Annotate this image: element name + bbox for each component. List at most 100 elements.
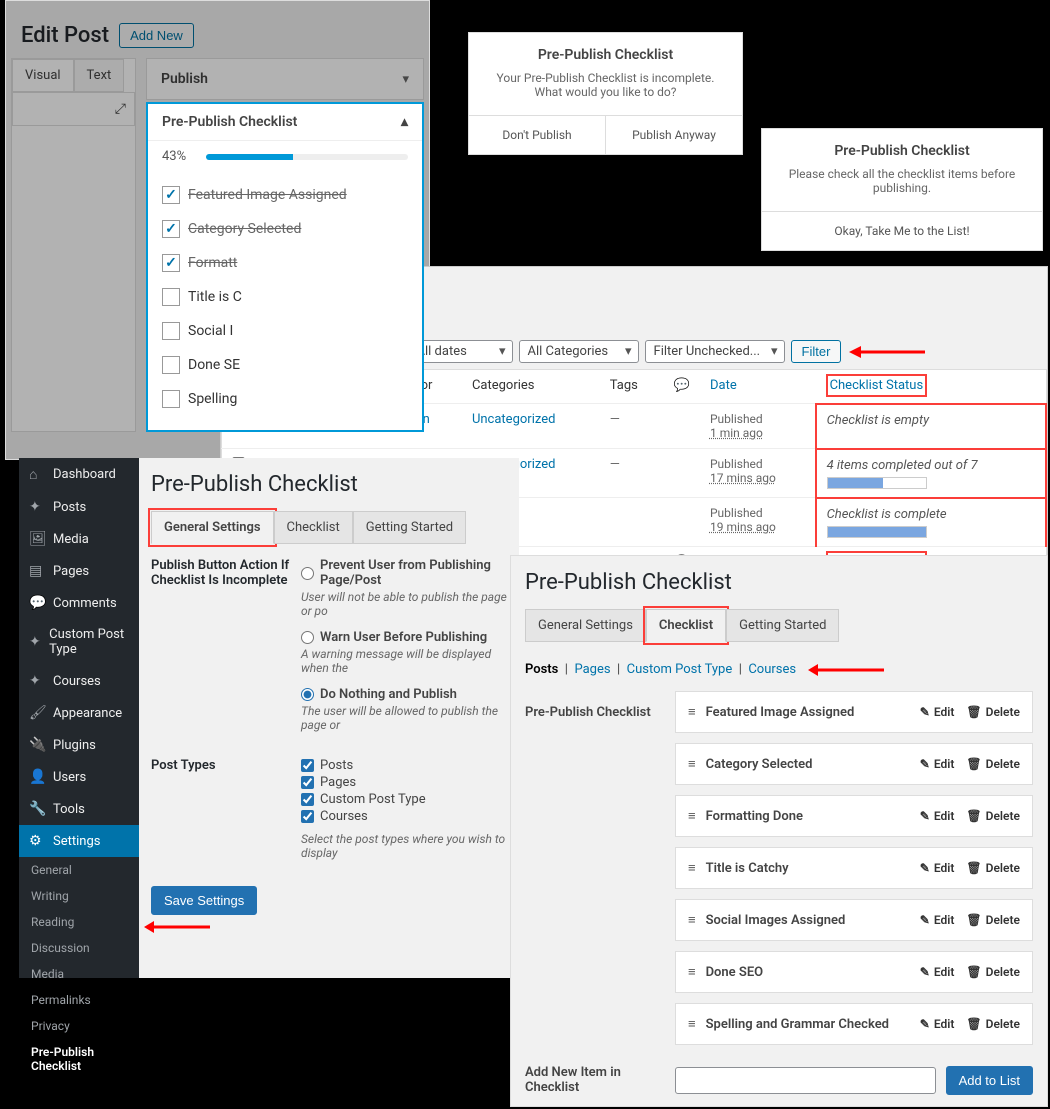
- checkbox-icon[interactable]: ✓: [162, 186, 180, 204]
- okay-button[interactable]: Okay, Take Me to the List!: [762, 212, 1042, 250]
- drag-handle-icon[interactable]: ≡: [688, 964, 696, 980]
- checkbox-icon[interactable]: [162, 322, 180, 340]
- sidebar-item-comments[interactable]: 💬Comments: [19, 587, 139, 619]
- add-new-button[interactable]: Add New: [119, 23, 194, 48]
- drag-handle-icon[interactable]: ≡: [688, 860, 696, 876]
- chevron-up-icon[interactable]: ▴: [401, 114, 408, 130]
- col-date[interactable]: Date: [700, 370, 816, 404]
- dont-publish-button[interactable]: Don't Publish: [469, 116, 605, 154]
- tab-getting-started[interactable]: Getting Started: [726, 609, 839, 642]
- checklist-item[interactable]: Spelling: [162, 382, 408, 416]
- drag-handle-icon[interactable]: ≡: [688, 1016, 696, 1032]
- delete-button[interactable]: 🗑 Delete: [966, 1017, 1020, 1031]
- checklist-item[interactable]: Done SE: [162, 348, 408, 382]
- checkbox-icon[interactable]: ✓: [162, 254, 180, 272]
- delete-button[interactable]: 🗑 Delete: [966, 913, 1020, 927]
- save-settings-button[interactable]: Save Settings: [151, 886, 257, 915]
- delete-button[interactable]: 🗑 Delete: [966, 965, 1020, 979]
- radio-donothing[interactable]: [301, 688, 314, 701]
- sidebar-item-pages[interactable]: ▤Pages: [19, 555, 139, 587]
- tab-checklist[interactable]: Checklist: [646, 609, 726, 642]
- sidebar-item-appearance[interactable]: 🖌Appearance: [19, 697, 139, 729]
- tab-general-settings[interactable]: General Settings: [151, 511, 274, 544]
- sidebar-sub-reading[interactable]: Reading: [19, 909, 139, 935]
- edit-button[interactable]: ✎ Edit: [920, 757, 955, 771]
- sidebar-sub-discussion[interactable]: Discussion: [19, 935, 139, 961]
- radio-prevent[interactable]: [301, 567, 314, 580]
- checkbox-icon[interactable]: [162, 356, 180, 374]
- subnav-courses[interactable]: Courses: [748, 662, 796, 677]
- edit-button[interactable]: ✎ Edit: [920, 861, 955, 875]
- posttype-label: Posts: [320, 758, 353, 773]
- sidebar-item-settings[interactable]: ⚙Settings: [19, 825, 139, 857]
- chevron-down-icon: ▾: [402, 72, 409, 87]
- categories-select[interactable]: All Categories: [519, 340, 639, 363]
- sidebar-sub-writing[interactable]: Writing: [19, 883, 139, 909]
- tab-general-settings[interactable]: General Settings: [525, 609, 646, 642]
- posttype-checkbox[interactable]: [301, 793, 314, 806]
- posttype-checkbox[interactable]: [301, 810, 314, 823]
- sidebar-item-posts[interactable]: ✦Posts: [19, 491, 139, 523]
- sidebar-item-plugins[interactable]: 🔌Plugins: [19, 729, 139, 761]
- edit-button[interactable]: ✎ Edit: [920, 965, 955, 979]
- checkbox-icon[interactable]: [162, 288, 180, 306]
- sidebar-sub-pre-publish-checklist[interactable]: Pre-Publish Checklist: [19, 1039, 139, 1079]
- checklist-item[interactable]: ✓Formatt: [162, 246, 408, 280]
- drag-handle-icon[interactable]: ≡: [688, 704, 696, 720]
- col-categories[interactable]: Categories: [462, 370, 600, 404]
- sidebar-item-custom-post-type[interactable]: ✦Custom Post Type: [19, 619, 139, 665]
- checklist-item[interactable]: Title is C: [162, 280, 408, 314]
- drag-handle-icon[interactable]: ≡: [688, 808, 696, 824]
- sidebar-item-users[interactable]: 👤Users: [19, 761, 139, 793]
- modal-body: Your Pre-Publish Checklist is incomplete…: [469, 67, 742, 115]
- delete-button[interactable]: 🗑 Delete: [966, 861, 1020, 875]
- subnav-cpt[interactable]: Custom Post Type: [627, 662, 733, 677]
- tab-visual[interactable]: Visual: [12, 59, 74, 92]
- sidebar-sub-privacy[interactable]: Privacy: [19, 1013, 139, 1039]
- sidebar-sub-general[interactable]: General: [19, 857, 139, 883]
- category-link[interactable]: Uncategorized: [472, 412, 555, 427]
- subnav-posts[interactable]: Posts: [525, 662, 558, 677]
- checkbox-icon[interactable]: ✓: [162, 220, 180, 238]
- sidebar-item-courses[interactable]: ✦Courses: [19, 665, 139, 697]
- checklist-item[interactable]: ✓ Featured Image Assigned: [162, 178, 408, 212]
- sidebar-sub-permalinks[interactable]: Permalinks: [19, 987, 139, 1013]
- sidebar-sub-media[interactable]: Media: [19, 961, 139, 987]
- edit-button[interactable]: ✎ Edit: [920, 705, 955, 719]
- tab-checklist[interactable]: Checklist: [274, 511, 353, 544]
- col-tags[interactable]: Tags: [600, 370, 664, 404]
- subnav-pages[interactable]: Pages: [574, 662, 610, 677]
- checklist-filter-select[interactable]: Filter Unchecked...: [645, 340, 785, 363]
- pencil-icon: ✎: [920, 809, 930, 823]
- sidebar-item-tools[interactable]: 🔧Tools: [19, 793, 139, 825]
- tab-text[interactable]: Text: [74, 59, 125, 92]
- checklist-item[interactable]: Social I: [162, 314, 408, 348]
- checklist-card: ≡ Social Images Assigned ✎ Edit 🗑 Delete: [675, 899, 1033, 941]
- tags-cell: [600, 498, 664, 547]
- delete-button[interactable]: 🗑 Delete: [966, 705, 1020, 719]
- publish-metabox[interactable]: Publish ▾: [146, 58, 424, 100]
- drag-handle-icon[interactable]: ≡: [688, 912, 696, 928]
- tab-getting-started[interactable]: Getting Started: [353, 511, 466, 544]
- delete-button[interactable]: 🗑 Delete: [966, 757, 1020, 771]
- edit-button[interactable]: ✎ Edit: [920, 1017, 955, 1031]
- checklist-item[interactable]: ✓Category Selected: [162, 212, 408, 246]
- expand-icon[interactable]: ⤢: [115, 101, 126, 117]
- posttypes-desc: Select the post types where you wish to …: [301, 832, 507, 860]
- trash-icon: 🗑: [966, 913, 981, 927]
- add-to-list-button[interactable]: Add to List: [946, 1066, 1033, 1095]
- sidebar-item-media[interactable]: 🖼Media: [19, 523, 139, 555]
- add-item-input[interactable]: [675, 1067, 936, 1094]
- publish-anyway-button[interactable]: Publish Anyway: [605, 116, 742, 154]
- posttype-checkbox[interactable]: [301, 776, 314, 789]
- posttype-checkbox[interactable]: [301, 759, 314, 772]
- edit-button[interactable]: ✎ Edit: [920, 809, 955, 823]
- checklist-item-label: Featured Image Assigned: [188, 187, 347, 203]
- filter-button[interactable]: Filter: [791, 340, 842, 363]
- edit-button[interactable]: ✎ Edit: [920, 913, 955, 927]
- drag-handle-icon[interactable]: ≡: [688, 756, 696, 772]
- checkbox-icon[interactable]: [162, 390, 180, 408]
- radio-warn[interactable]: [301, 631, 314, 644]
- delete-button[interactable]: 🗑 Delete: [966, 809, 1020, 823]
- sidebar-item-dashboard[interactable]: ⌂Dashboard: [19, 458, 139, 491]
